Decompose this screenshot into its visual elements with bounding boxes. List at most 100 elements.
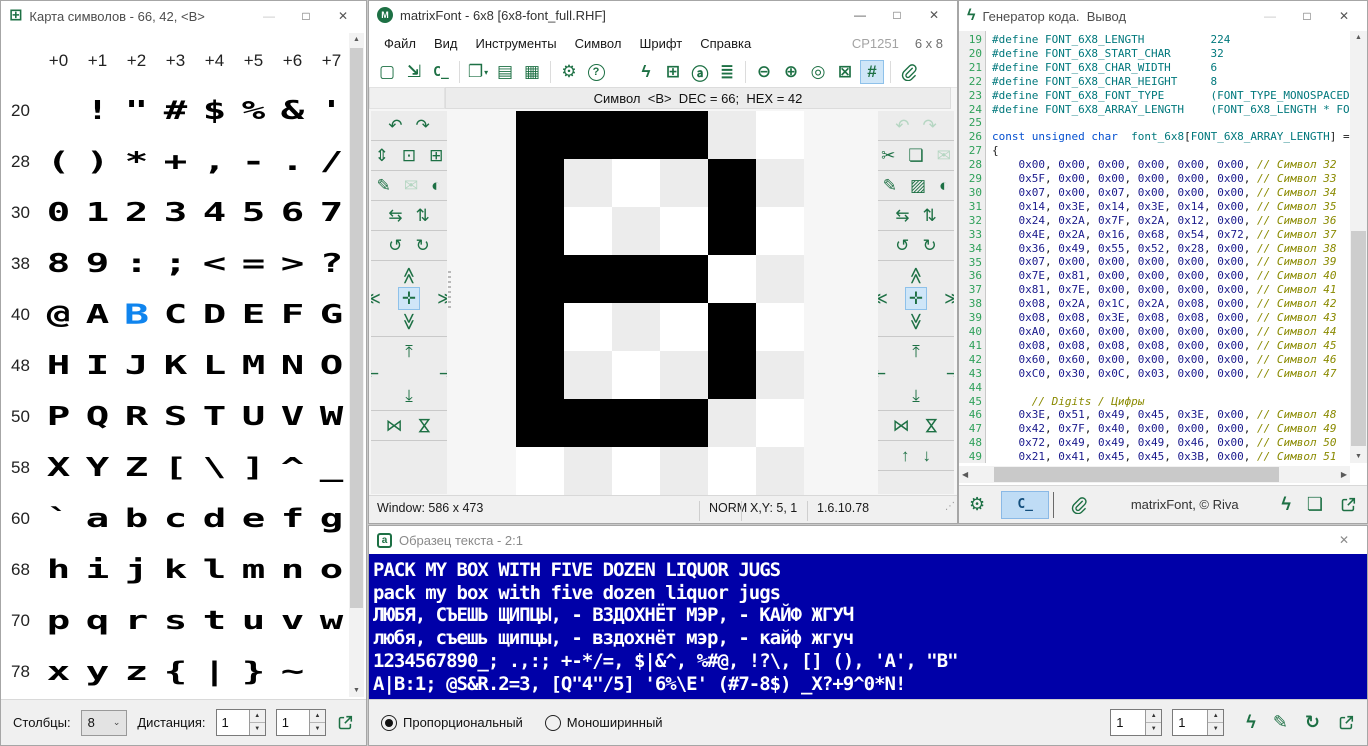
zoom-out-icon[interactable]: ⊖ bbox=[752, 60, 776, 84]
open-file-icon[interactable]: ❐▾ bbox=[466, 60, 490, 84]
scroll-down-icon[interactable]: ▼ bbox=[1350, 453, 1367, 460]
pixel-cell[interactable] bbox=[660, 399, 708, 447]
row-spacing-icon[interactable]: ⇕ bbox=[375, 145, 389, 166]
pixel-cell[interactable] bbox=[612, 351, 660, 399]
pixel-cell[interactable] bbox=[516, 399, 564, 447]
spin-up-icon[interactable]: ▲ bbox=[310, 710, 325, 723]
align-right-icon[interactable]: ⇥ bbox=[439, 363, 447, 384]
help-icon[interactable]: ? bbox=[584, 60, 608, 84]
panel-resize-handle[interactable] bbox=[448, 271, 451, 311]
spacing-y-stepper[interactable]: 1 ▲▼ bbox=[1172, 709, 1224, 736]
flip-vertical-icon[interactable]: ⇅ bbox=[923, 205, 937, 226]
pixel-cell[interactable] bbox=[708, 351, 756, 399]
import-icon[interactable]: ⇲ bbox=[402, 60, 426, 84]
maximize-button[interactable]: □ bbox=[291, 9, 321, 23]
scrollbar-thumb[interactable] bbox=[350, 48, 363, 608]
close-button[interactable]: ✕ bbox=[328, 9, 358, 23]
align-bottom-icon[interactable]: ⤓ bbox=[405, 385, 413, 406]
pixel-cell[interactable] bbox=[660, 303, 708, 351]
pixel-cell[interactable] bbox=[516, 111, 564, 159]
char-cell[interactable]: / bbox=[302, 147, 346, 177]
spin-up-icon[interactable]: ▲ bbox=[1208, 710, 1223, 723]
pixel-cell[interactable] bbox=[756, 399, 804, 447]
close-button[interactable]: ✕ bbox=[1329, 9, 1359, 23]
c-language-button[interactable]: C_ bbox=[1001, 491, 1049, 519]
pixel-cell[interactable] bbox=[516, 159, 564, 207]
menu-item-вид[interactable]: Вид bbox=[425, 36, 467, 51]
export-icon[interactable] bbox=[1337, 714, 1355, 732]
squeeze-horizontal-icon[interactable]: ⋈ bbox=[386, 415, 403, 436]
rotate-right-icon[interactable]: ↻ bbox=[416, 235, 430, 256]
align-left-icon[interactable]: ⇤ bbox=[371, 363, 379, 384]
bolt-icon[interactable]: ϟ bbox=[1246, 712, 1256, 733]
monospaced-radio[interactable] bbox=[545, 715, 561, 731]
pixel-cell[interactable] bbox=[612, 447, 660, 495]
pixel-cell[interactable] bbox=[756, 159, 804, 207]
align-top-icon[interactable]: ⤒ bbox=[912, 341, 920, 362]
scrollbar-thumb[interactable] bbox=[994, 467, 1279, 482]
menu-item-инструменты[interactable]: Инструменты bbox=[467, 36, 566, 51]
proportional-radio[interactable] bbox=[381, 715, 397, 731]
char-cell[interactable]: G bbox=[302, 300, 346, 330]
scrollbar-thumb[interactable] bbox=[1351, 231, 1366, 446]
shift-up-icon[interactable]: ≪ bbox=[398, 267, 419, 285]
pixel-cell[interactable] bbox=[756, 207, 804, 255]
pixel-cell[interactable] bbox=[756, 111, 804, 159]
invert-icon[interactable]: ◐ bbox=[431, 175, 441, 196]
char-cell[interactable]: ~ bbox=[263, 657, 322, 687]
quick-action-icon[interactable]: ϟ bbox=[634, 60, 658, 84]
menu-item-шрифт[interactable]: Шрифт bbox=[630, 36, 691, 51]
squeeze-horizontal-icon[interactable]: ⋈ bbox=[893, 415, 910, 436]
pixel-cell[interactable] bbox=[708, 255, 756, 303]
scroll-left-icon[interactable]: ◀ bbox=[962, 470, 968, 479]
zoom-reset-icon[interactable]: ◎ bbox=[806, 60, 830, 84]
shift-left-icon[interactable]: ≪ bbox=[878, 288, 888, 309]
pixel-cell[interactable] bbox=[516, 447, 564, 495]
bolt-icon[interactable]: ϟ bbox=[1281, 494, 1291, 515]
pixel-cell[interactable] bbox=[564, 159, 612, 207]
cut-icon[interactable]: ✂ bbox=[881, 145, 895, 166]
undo-icon[interactable]: ↶ bbox=[388, 115, 402, 136]
align-right-icon[interactable]: ⇥ bbox=[946, 363, 954, 384]
maximize-button[interactable]: □ bbox=[882, 8, 912, 22]
pixel-cell[interactable] bbox=[708, 399, 756, 447]
spin-down-icon[interactable]: ▼ bbox=[1146, 723, 1161, 735]
pixel-cell[interactable] bbox=[516, 207, 564, 255]
refresh-icon[interactable]: ↻ bbox=[1305, 712, 1320, 733]
pixel-cell[interactable] bbox=[756, 447, 804, 495]
export-icon[interactable] bbox=[1339, 496, 1357, 514]
close-button[interactable]: ✕ bbox=[1329, 533, 1359, 547]
new-file-icon[interactable]: ▢ bbox=[375, 60, 399, 84]
squeeze-vertical-icon[interactable]: ⋈ bbox=[414, 417, 435, 434]
pixel-cell[interactable] bbox=[564, 303, 612, 351]
pixel-cell[interactable] bbox=[612, 255, 660, 303]
code-generator-icon[interactable]: C_ bbox=[429, 60, 453, 84]
flip-horizontal-icon[interactable]: ⇆ bbox=[388, 205, 402, 226]
char-cell[interactable]: o bbox=[302, 555, 346, 585]
code-output-icon[interactable]: ≣ bbox=[715, 60, 739, 84]
spin-down-icon[interactable]: ▼ bbox=[250, 723, 265, 735]
char-cell[interactable]: ' bbox=[302, 96, 346, 126]
shift-right-icon[interactable]: ≫ bbox=[437, 288, 447, 309]
pixel-cell[interactable] bbox=[660, 255, 708, 303]
pixel-cell[interactable] bbox=[564, 207, 612, 255]
pixel-cell[interactable] bbox=[564, 255, 612, 303]
pixel-cell[interactable] bbox=[516, 255, 564, 303]
pixel-cell[interactable] bbox=[708, 447, 756, 495]
menu-item-символ[interactable]: Символ bbox=[566, 36, 631, 51]
close-button[interactable]: ✕ bbox=[919, 8, 949, 22]
rotate-left-icon[interactable]: ↺ bbox=[388, 235, 402, 256]
crop-icon[interactable]: ⊡ bbox=[402, 145, 416, 166]
char-cell[interactable]: _ bbox=[302, 453, 346, 483]
show-grid-icon[interactable]: # bbox=[860, 60, 884, 84]
scroll-right-icon[interactable]: ▶ bbox=[1341, 470, 1347, 479]
export-icon[interactable] bbox=[336, 714, 354, 732]
pixel-cell[interactable] bbox=[612, 111, 660, 159]
char-cell[interactable]: ? bbox=[302, 249, 346, 279]
pixel-cell[interactable] bbox=[708, 111, 756, 159]
code-horizontal-scrollbar[interactable]: ◀ ▶ bbox=[959, 466, 1350, 483]
pixel-cell[interactable] bbox=[660, 447, 708, 495]
resize-grip[interactable]: ⋰ bbox=[945, 501, 955, 522]
pixel-cell[interactable] bbox=[756, 303, 804, 351]
pixel-cell[interactable] bbox=[564, 447, 612, 495]
